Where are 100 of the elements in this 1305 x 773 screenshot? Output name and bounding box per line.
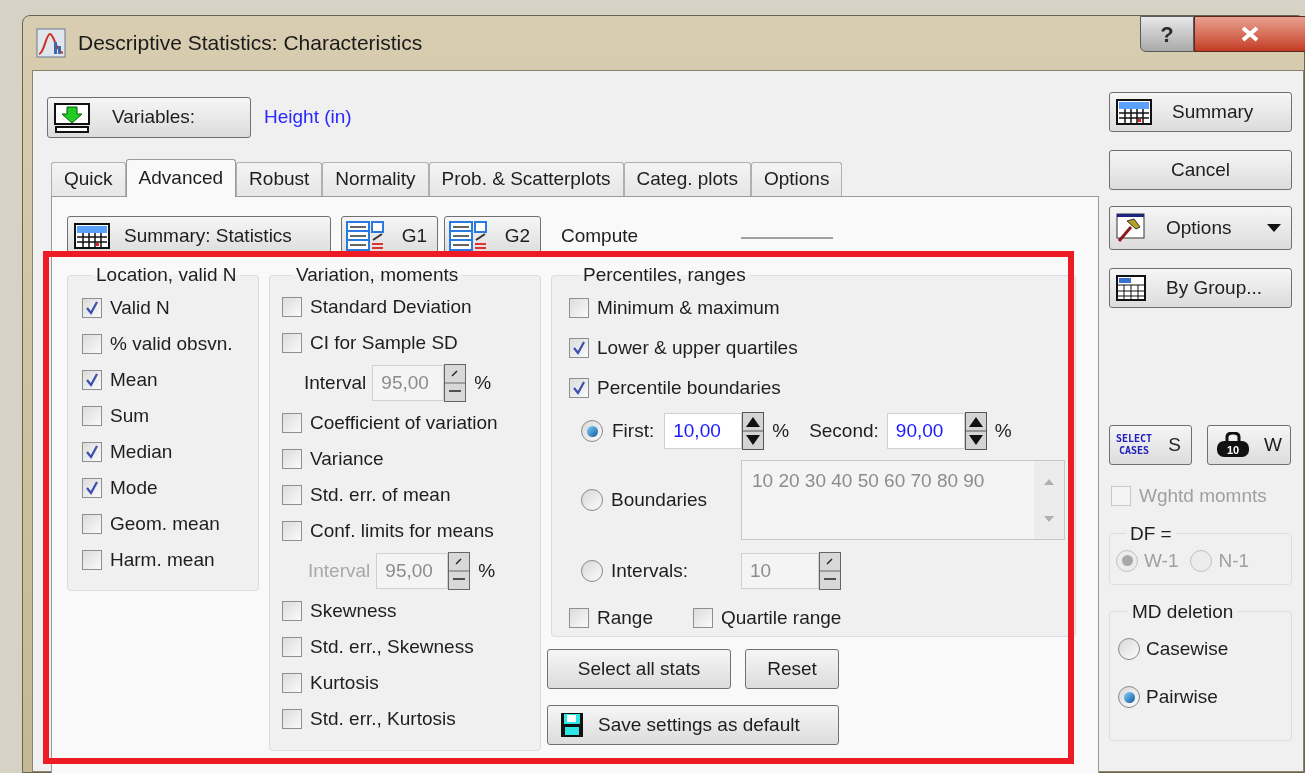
number-field[interactable]: 90,00: [886, 413, 965, 449]
variables-button[interactable]: Variables:: [47, 97, 251, 138]
checkbox[interactable]: [282, 521, 302, 541]
checkbox[interactable]: [282, 485, 302, 505]
unit-label: %: [772, 418, 790, 443]
checkbox[interactable]: [693, 608, 713, 629]
radio-button[interactable]: [1118, 637, 1140, 660]
cancel-button[interactable]: Cancel: [1109, 150, 1292, 190]
by-group-button[interactable]: By Group...: [1109, 268, 1292, 308]
checkbox-label: Wghtd momnts: [1139, 484, 1267, 508]
close-icon: [1240, 26, 1260, 42]
radio-label: Pairwise: [1146, 685, 1218, 709]
radio-label: N-1: [1218, 548, 1250, 573]
select-cases-icon: SELECT CASES: [1114, 433, 1154, 457]
checkbox[interactable]: [282, 449, 302, 469]
close-button[interactable]: [1194, 16, 1305, 52]
checkbox[interactable]: [569, 298, 589, 318]
unit-label: %: [474, 370, 492, 395]
checkbox[interactable]: [282, 601, 302, 621]
window-title: Descriptive Statistics: Characteristics: [78, 30, 423, 57]
hammer-icon: [1116, 213, 1146, 243]
checkbox[interactable]: [282, 413, 302, 433]
radio-label: Casewise: [1146, 636, 1229, 661]
checkbox[interactable]: [82, 370, 102, 390]
spin-arrows-icon[interactable]: [444, 364, 467, 402]
checkbox[interactable]: [82, 298, 102, 318]
radio-button[interactable]: [581, 560, 603, 582]
tab[interactable]: Normality: [322, 162, 429, 196]
field-label: Second:: [809, 418, 879, 443]
summary-grid-icon: [1116, 99, 1152, 125]
tab[interactable]: Robust: [236, 162, 323, 196]
table-chart-icon: [449, 221, 487, 251]
radio-label: Boundaries: [611, 487, 709, 512]
checkbox[interactable]: [282, 709, 302, 729]
radio-button[interactable]: [1118, 686, 1140, 709]
checkbox-label: Std. err. of mean: [310, 482, 451, 507]
checkbox-label: Std. err., Skewness: [310, 634, 474, 659]
checkbox[interactable]: [82, 442, 102, 462]
checkbox-label: Mode: [110, 475, 158, 500]
help-button[interactable]: ?: [1140, 16, 1194, 52]
group-title: MD deletion: [1131, 600, 1235, 623]
field-label: Interval: [308, 558, 371, 583]
checkbox-label: Skewness: [310, 598, 397, 623]
number-field[interactable]: 10,00: [664, 413, 743, 449]
checkbox-label: Std. err., Kurtosis: [310, 706, 456, 731]
unit-label: %: [994, 418, 1012, 443]
checkbox-label: Lower & upper quartiles: [597, 335, 798, 360]
checkbox-label: Mean: [110, 367, 158, 392]
checkbox[interactable]: [569, 338, 589, 358]
tab[interactable]: Options: [750, 162, 843, 196]
checkbox-label: Standard Deviation: [310, 294, 472, 319]
checkbox-label: Geom. mean: [110, 511, 220, 536]
summary-button[interactable]: Summary: [1109, 92, 1292, 132]
checkbox-label: Median: [110, 439, 173, 464]
checkbox-label: Range: [597, 606, 653, 630]
weight-button[interactable]: 10 W: [1207, 425, 1291, 465]
checkbox[interactable]: [82, 406, 102, 426]
group-title: DF =: [1129, 522, 1173, 545]
checkbox-label: Conf. limits for means: [310, 518, 494, 543]
field-text: 10 20 30 40 50 60 70 80 90: [751, 469, 986, 493]
save-default-button[interactable]: Save settings as default: [547, 705, 839, 745]
variable-name: Height (in): [264, 105, 352, 130]
checkbox[interactable]: [569, 378, 589, 398]
checkbox[interactable]: [82, 478, 102, 498]
checkbox-label: Sum: [110, 403, 150, 428]
checkbox-label: Kurtosis: [310, 670, 379, 695]
radio-button[interactable]: [581, 489, 603, 511]
checkbox[interactable]: [282, 637, 302, 657]
checkbox[interactable]: [282, 297, 302, 317]
checkbox-label: Valid N: [110, 295, 170, 320]
grouped-table-icon: [1116, 275, 1146, 301]
spin-arrows-icon[interactable]: [448, 552, 471, 590]
select-cases-button[interactable]: SELECT CASES S: [1109, 425, 1192, 465]
checkbox-label: Harm. mean: [110, 547, 215, 572]
checkbox[interactable]: [282, 333, 302, 353]
checkbox[interactable]: [282, 673, 302, 693]
scrollbar-arrows-icon[interactable]: [1034, 461, 1064, 539]
reset-button[interactable]: Reset: [745, 649, 839, 689]
checkbox[interactable]: [569, 608, 589, 629]
tab[interactable]: Categ. plots: [623, 162, 751, 196]
tab[interactable]: Prob. & Scatterplots: [428, 162, 624, 196]
monitor-arrow-icon: [54, 102, 90, 133]
options-button[interactable]: Options: [1109, 206, 1292, 250]
tab[interactable]: Quick: [51, 162, 126, 196]
unit-label: %: [478, 558, 496, 583]
tab[interactable]: Advanced: [125, 159, 237, 197]
compute-label: Compute: [561, 223, 639, 248]
checkbox[interactable]: [82, 514, 102, 534]
checkbox-label: Percentile boundaries: [597, 375, 781, 400]
checkbox-label: % valid obsvn.: [110, 331, 233, 356]
checkbox-label: Coefficient of variation: [310, 410, 498, 435]
checkbox[interactable]: [82, 550, 102, 570]
app-icon: [36, 28, 66, 58]
spin-arrows-icon[interactable]: [742, 412, 765, 450]
checkbox[interactable]: [82, 334, 102, 354]
radio-button[interactable]: [581, 420, 603, 442]
checkbox-label: Minimum & maximum: [597, 295, 780, 320]
spin-arrows-icon[interactable]: [964, 412, 987, 450]
select-all-button[interactable]: Select all stats: [547, 649, 731, 689]
group-title: Location, valid N: [95, 264, 238, 286]
